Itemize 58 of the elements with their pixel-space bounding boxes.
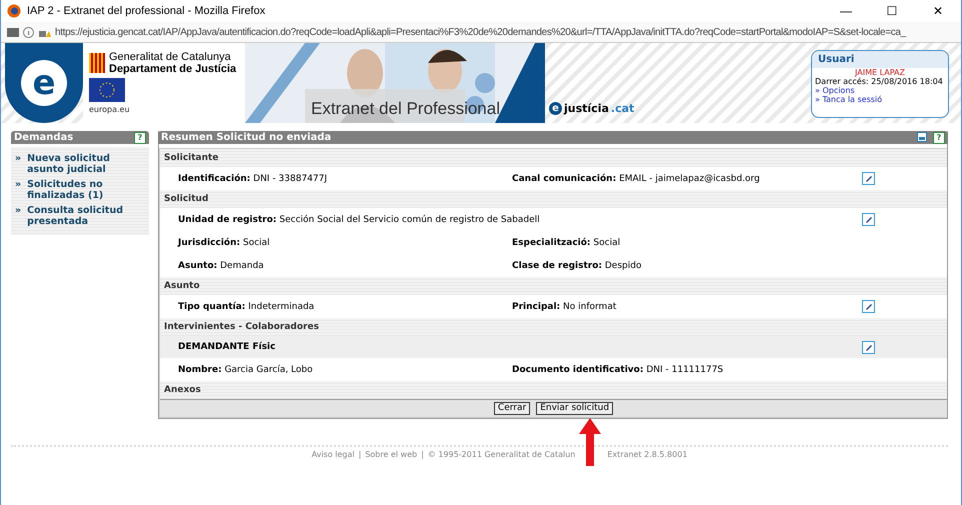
section-header: Solicitante [160,149,947,167]
field-text: Canal comunicación: EMAIL - jaimelapaz@icasbd.org [512,174,761,184]
flag-icon [89,53,105,73]
eu-flag-icon [89,78,125,102]
section-header: Asunto [160,277,947,295]
field-text: Principal: No informat [512,302,618,312]
sidebar-item[interactable]: » Consulta solicitud presentada [15,205,145,227]
sidebar-item[interactable]: » Solicitudes no finalizadas (1) [15,179,145,201]
print-icon[interactable] [917,132,927,142]
field-text: Clase de registro: Despido [512,260,642,270]
government-name: Generalitat de Catalunya [109,51,232,63]
field-text: Tipo quantía: Indeterminada [178,302,316,312]
field-text: Nombre: Garcia García, Lobo [178,364,314,374]
browser-logo-icon [7,4,21,18]
eu-caption: europa.eu [89,105,131,114]
logo: e [5,43,83,123]
action-button[interactable]: Cerrar [494,402,530,415]
separator-text: | [421,450,424,459]
window-title: IAP 2 - Extranet del professional - Mozilla Firefox [26,5,266,17]
section-header: Solicitud [160,190,947,208]
department-name: Departament de Justícia [109,63,236,75]
user-link[interactable]: » Tanca la sessió [812,95,948,104]
edit-icon[interactable] [862,340,875,354]
section-header: Anexos [160,381,947,399]
party-heading: DEMANDANTE Físic [178,342,276,352]
sidebar-item[interactable]: » Nueva solicitud asunto judicial [15,153,145,175]
window-control[interactable]: ☐ [869,4,915,18]
arrow-icon [579,418,602,466]
panel-title: Resumen Solicitud no enviada [161,132,332,143]
user-link[interactable]: » Opcions [812,86,948,95]
edit-icon[interactable] [862,213,875,226]
user-name: JAIME LAPAZ [854,68,906,77]
version-text: Extranet 2.8.5.8001 [607,450,688,459]
copyright-text: © 1995-2011 Generalitat de Catalun [428,450,576,459]
banner-title: Extranet del Professional [311,99,500,119]
sidebar-title: Demandas [14,132,74,143]
brand-logo: e justícia .cat [549,102,634,115]
field-text: Jurisdicción: Social [178,238,271,248]
footer-link[interactable]: Sobre el web [365,450,418,459]
field-text: Documento identificativo: DNI - 11111177S [512,364,724,374]
footer-link[interactable]: Aviso legal [312,450,354,459]
window-control[interactable]: — [823,4,869,18]
info-icon[interactable] [23,26,34,38]
field-text: Asunto: Demanda [178,260,265,270]
window-control[interactable]: ✕ [915,4,961,18]
edit-icon[interactable] [862,172,875,185]
field-text: Especialització: Social [512,238,622,248]
last-access-text: Darrer accés: 25/08/2016 18:04 [814,77,944,86]
help-icon[interactable]: ? [933,132,945,144]
field-text: Identificación: DNI - 33887477J [178,174,328,184]
help-icon[interactable]: ? [134,132,146,144]
separator-text: | [358,450,362,459]
user-box-title: Usuari [812,51,948,68]
section-header: Intervinientes - Colaboradores [160,318,947,336]
page-icon[interactable] [7,27,19,37]
edit-icon[interactable] [862,300,875,313]
action-button[interactable]: Enviar solicitud [536,402,614,415]
field-text: Unidad de registro: Sección Social del Servicio común de registro de Sabadell [178,214,541,224]
